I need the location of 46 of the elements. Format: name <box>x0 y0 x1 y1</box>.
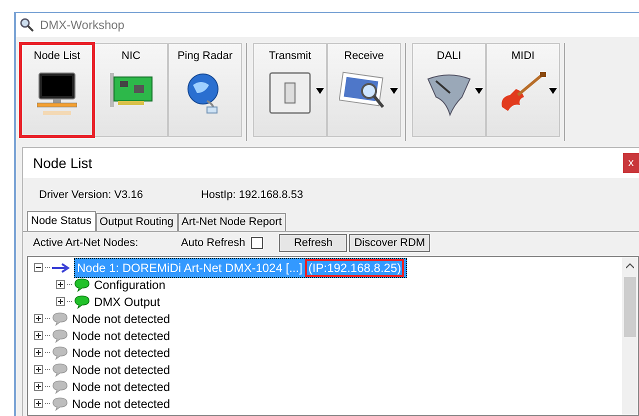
speech-bubble-icon <box>52 312 68 326</box>
speech-bubble-icon <box>74 278 90 292</box>
toolbar-button[interactable]: MIDI <box>486 43 560 137</box>
expand-toggle[interactable] <box>56 297 65 306</box>
expand-toggle[interactable] <box>34 331 43 340</box>
toolbar-button[interactable]: Transmit <box>253 43 327 137</box>
speech-bubble-icon <box>52 396 68 410</box>
close-button[interactable]: x <box>623 153 639 173</box>
expand-toggle[interactable] <box>34 314 43 323</box>
speech-bubble-icon <box>74 294 90 308</box>
toolbar-button[interactable]: Receive <box>327 43 401 137</box>
speech-bubble-icon <box>52 362 68 376</box>
window-title: DMX-Workshop <box>40 17 124 34</box>
expand-toggle[interactable] <box>34 365 43 374</box>
speech-bubble-icon <box>52 346 68 360</box>
dialog-title: Node List <box>33 154 92 172</box>
tab[interactable]: Output Routing <box>96 213 178 231</box>
node-ip: (IP:192.168.8.25) <box>308 260 402 274</box>
auto-refresh-checkbox[interactable] <box>251 237 264 249</box>
light-switch-icon <box>268 70 312 114</box>
monitor-icon <box>37 70 77 116</box>
expand-toggle[interactable] <box>34 382 43 391</box>
speech-bubble-icon <box>52 380 68 394</box>
toolbar-button[interactable]: Ping Radar <box>168 43 242 137</box>
scroll-thumb[interactable] <box>624 277 636 337</box>
node-name: Node 1: DOREMiDi Art-Net DMX-1024 [...] <box>77 260 302 274</box>
scroll-up-icon <box>626 263 634 269</box>
scrollbar[interactable] <box>622 257 638 415</box>
expand-toggle[interactable] <box>56 280 65 289</box>
speech-bubble-icon <box>52 328 68 342</box>
dialog-button[interactable]: Refresh <box>279 234 348 252</box>
toolbar-button[interactable]: Node List <box>20 43 94 137</box>
driver-version: Driver Version: V3.16 <box>39 188 143 203</box>
arrow-icon <box>52 262 72 272</box>
toolbar-button[interactable]: DALI <box>412 43 486 137</box>
dialog-button[interactable]: Discover RDM <box>349 234 430 252</box>
magnifier-icon <box>20 18 34 32</box>
tab[interactable]: Node Status <box>27 211 96 231</box>
active-nodes-label: Active Art-Net Nodes: <box>33 236 140 251</box>
toolbar-button[interactable]: NIC <box>94 43 168 137</box>
expand-toggle[interactable] <box>34 348 43 357</box>
expand-toggle[interactable] <box>34 399 43 408</box>
expand-toggle[interactable] <box>34 263 43 272</box>
host-ip: HostIp: 192.168.8.53 <box>200 188 304 203</box>
tab[interactable]: Art-Net Node Report <box>178 213 286 231</box>
auto-refresh-label: Auto Refresh <box>181 236 246 251</box>
